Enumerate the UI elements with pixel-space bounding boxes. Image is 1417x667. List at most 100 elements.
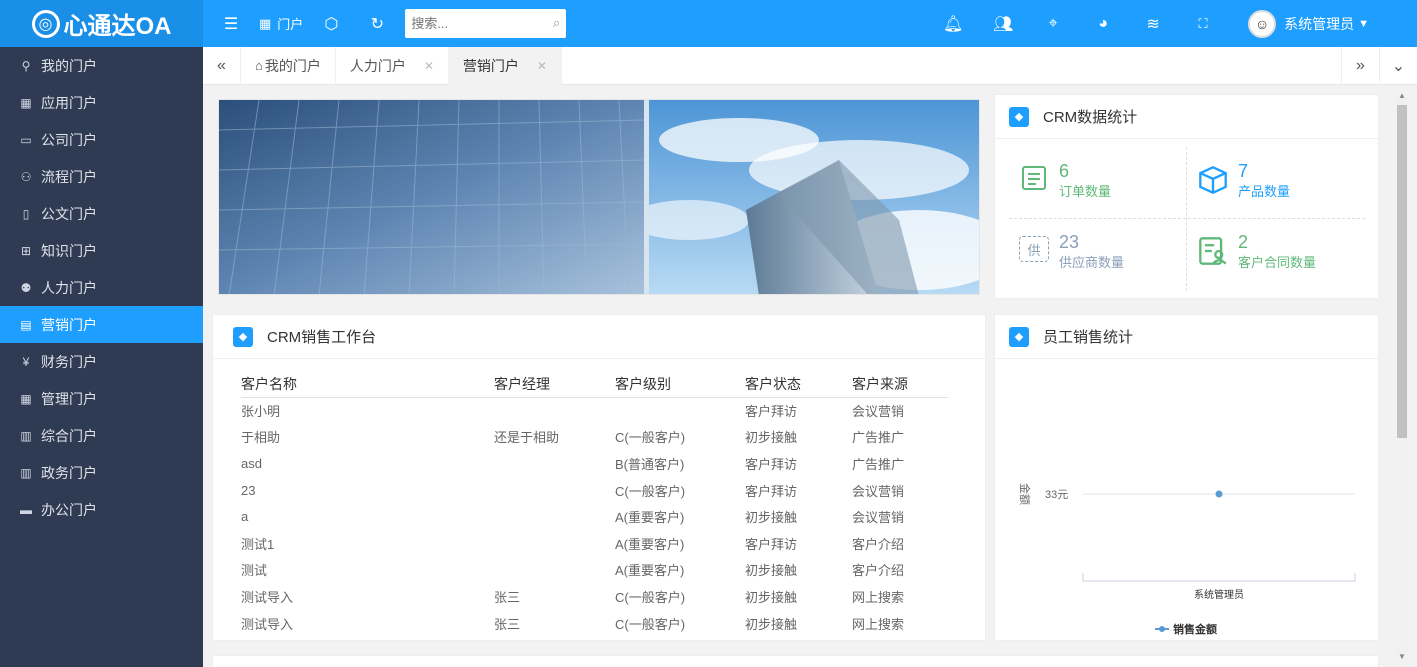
building-photo bbox=[219, 100, 979, 294]
table-row[interactable]: a A(重要客户) 初步接触 会议营销 bbox=[241, 503, 948, 530]
portal-switch-button[interactable]: ▦ 门户 bbox=[259, 0, 303, 47]
table-cell: 会议营销 bbox=[852, 510, 905, 526]
table-row[interactable]: 测试 A(重要客户) 初步接触 客户介绍 bbox=[241, 557, 948, 584]
search-input[interactable] bbox=[411, 16, 542, 31]
stat-label: 供应商数量 bbox=[1059, 255, 1125, 270]
sidebar-item-knowledge-portal[interactable]: ⊞ 知识门户 bbox=[0, 232, 203, 269]
home-icon: ⌂ bbox=[255, 58, 263, 73]
table-body: 张小明 客户拜访 会议营销 于相助 还是于相助 C(一般客户) 初步接触 广告推广 asd B(普… bbox=[241, 397, 948, 636]
table-cell: C(一般客户) bbox=[615, 589, 686, 605]
table-cell: 测试导入 bbox=[241, 589, 294, 605]
bell-icon[interactable]: 🔔︎ bbox=[928, 0, 978, 47]
table-row[interactable]: 测试导入 张三 C(一般客户) 初步接触 网上搜索 bbox=[241, 610, 948, 637]
menu-toggle-icon[interactable]: ☰ bbox=[221, 0, 241, 47]
user-menu[interactable]: ☺ 系统管理员 ▼ bbox=[1248, 9, 1369, 38]
sidebar-item-document-portal[interactable]: ▯ 公文门户 bbox=[0, 195, 203, 232]
sidebar-item-hr-portal[interactable]: ⚉ 人力门户 bbox=[0, 269, 203, 306]
close-icon[interactable]: ✕ bbox=[537, 59, 547, 73]
fullscreen-icon[interactable]: ⛶ bbox=[1178, 0, 1228, 47]
table-cell: 客户介绍 bbox=[852, 536, 905, 552]
sidebar-item-management-portal[interactable]: ▦ 管理门户 bbox=[0, 380, 203, 417]
stat-label: 客户合同数量 bbox=[1238, 255, 1317, 270]
table-header-row: 客户名称 客户经理 客户级别 客户状态 客户来源 bbox=[241, 371, 948, 398]
column-header[interactable]: 客户经理 bbox=[494, 371, 615, 398]
tag-icon: ◆ bbox=[1009, 326, 1029, 347]
sidebar: ⚲ 我的门户 ▦ 应用门户 ▭ 公司门户 ⚇ 流程门户 ▯ 公文门户 ⊞ 知识门户 ⚉ 人力门… bbox=[0, 47, 203, 667]
table-cell: C(一般客户) bbox=[615, 483, 686, 499]
sidebar-item-my-portal[interactable]: ⚲ 我的门户 bbox=[0, 47, 203, 84]
table-cell: 初步接触 bbox=[745, 563, 798, 579]
x-tick-label: 系统管理员 bbox=[1194, 588, 1244, 601]
scroll-up-icon[interactable]: ▲ bbox=[1398, 91, 1406, 100]
bottom-card bbox=[212, 655, 1379, 667]
crm-stats-header: ◆ CRM数据统计 bbox=[995, 95, 1378, 139]
box-icon: ▬ bbox=[20, 502, 32, 517]
tab-menu-chevron-icon[interactable]: ⌄ bbox=[1379, 46, 1417, 85]
sidebar-item-government-portal[interactable]: ▥ 政务门户 bbox=[0, 454, 203, 491]
table-cell: 还是于相助 bbox=[494, 430, 560, 446]
portal-label: 门户 bbox=[277, 17, 304, 32]
top-bar: ◎ 心通达OA ☰ ▦ 门户 ⬡ ↻ ⌕ 🔔︎ 👥︎ ⌖ ◕ ≋ ⛶ ☺ 系统管… bbox=[0, 0, 1417, 47]
logo-text: 心通达OA bbox=[63, 13, 172, 40]
sidebar-item-marketing-portal[interactable]: ▤ 营销门户 bbox=[0, 306, 203, 343]
column-header[interactable]: 客户状态 bbox=[745, 371, 852, 398]
column-header[interactable]: 客户名称 bbox=[241, 371, 494, 398]
table-cell: A(重要客户) bbox=[615, 536, 685, 552]
palette-icon[interactable]: ◕ bbox=[1078, 0, 1128, 47]
y-tick-label: 33元 bbox=[1045, 489, 1068, 501]
stat-value: 23 bbox=[1059, 232, 1080, 252]
table-cell: B(普通客户) bbox=[615, 456, 685, 472]
card-title: CRM销售工作台 bbox=[267, 329, 377, 346]
tab-scroll-right-icon[interactable]: » bbox=[1341, 46, 1379, 85]
refresh-icon[interactable]: ↻ bbox=[367, 0, 387, 47]
table-cell: C(一般客户) bbox=[615, 616, 686, 632]
tab-my-portal[interactable]: ⌂ 我的门户 bbox=[241, 46, 336, 85]
app-logo[interactable]: ◎ 心通达OA bbox=[0, 0, 203, 47]
table-cell: 网上搜索 bbox=[852, 589, 905, 605]
column-header[interactable]: 客户级别 bbox=[615, 371, 745, 398]
data-point bbox=[1215, 490, 1223, 498]
scroll-down-icon[interactable]: ▼ bbox=[1398, 652, 1406, 661]
table-row[interactable]: 测试1 A(重要客户) 客户拜访 客户介绍 bbox=[241, 530, 948, 557]
table-row[interactable]: 于相助 还是于相助 C(一般客户) 初步接触 广告推广 bbox=[241, 424, 948, 451]
table-row[interactable]: 23 C(一般客户) 客户拜访 会议营销 bbox=[241, 477, 948, 504]
table-row[interactable]: 测试导入 张三 C(一般客户) 初步接触 网上搜索 bbox=[241, 583, 948, 610]
scrollbar-thumb[interactable] bbox=[1397, 105, 1407, 438]
table-cell: 张小明 bbox=[241, 404, 281, 420]
table-cell bbox=[494, 530, 615, 557]
banner-image bbox=[218, 99, 980, 295]
employee-sales-header: ◆ 员工销售统计 bbox=[995, 315, 1378, 359]
portal-grid-icon: ▦ bbox=[259, 15, 272, 31]
tab-scroll-left-icon[interactable]: « bbox=[203, 46, 241, 85]
logo-icon: ◎ bbox=[31, 9, 60, 38]
username: 系统管理员 bbox=[1284, 15, 1355, 32]
tab-hr-portal[interactable]: 人力门户 ✕ bbox=[336, 46, 449, 85]
close-icon[interactable]: ✕ bbox=[424, 59, 434, 73]
sidebar-item-app-portal[interactable]: ▦ 应用门户 bbox=[0, 84, 203, 121]
column-header[interactable]: 客户来源 bbox=[852, 371, 948, 398]
table-row[interactable]: 张小明 客户拜访 会议营销 bbox=[241, 397, 948, 424]
contacts-icon[interactable]: 👥︎ bbox=[978, 0, 1028, 47]
table-cell bbox=[494, 503, 615, 530]
cube-icon[interactable]: ⬡ bbox=[321, 0, 341, 47]
columns-icon: ▥ bbox=[20, 465, 32, 480]
search-box[interactable]: ⌕ bbox=[405, 9, 567, 38]
stat-suppliers[interactable]: 供 23 供应商数量 bbox=[1019, 232, 1195, 302]
scrollbar[interactable]: ▲ ▼ bbox=[1395, 91, 1409, 661]
crm-stats-card: ◆ CRM数据统计 6 订单数量 7 产品数量 供 23 供应商数量 2 客户合同数量 bbox=[994, 94, 1379, 299]
table-cell: 初步接触 bbox=[745, 510, 798, 526]
search-icon[interactable]: ⌕ bbox=[553, 15, 560, 31]
sidebar-item-office-portal[interactable]: ▬ 办公门户 bbox=[0, 491, 203, 528]
stat-products[interactable]: 7 产品数量 bbox=[1198, 161, 1374, 231]
tag-icon[interactable]: ⌖ bbox=[1028, 0, 1078, 47]
stat-orders[interactable]: 6 订单数量 bbox=[1021, 161, 1197, 231]
table-cell: 初步接触 bbox=[745, 616, 798, 632]
sidebar-item-general-portal[interactable]: ▥ 综合门户 bbox=[0, 417, 203, 454]
tab-marketing-portal[interactable]: 营销门户 ✕ bbox=[448, 46, 562, 85]
sidebar-item-company-portal[interactable]: ▭ 公司门户 bbox=[0, 121, 203, 158]
table-row[interactable]: asd B(普通客户) 客户拜访 广告推广 bbox=[241, 450, 948, 477]
sidebar-item-process-portal[interactable]: ⚇ 流程门户 bbox=[0, 158, 203, 195]
layers-icon[interactable]: ≋ bbox=[1128, 0, 1178, 47]
sidebar-item-finance-portal[interactable]: ¥ 财务门户 bbox=[0, 343, 203, 380]
stat-contracts[interactable]: 2 客户合同数量 bbox=[1198, 232, 1374, 302]
